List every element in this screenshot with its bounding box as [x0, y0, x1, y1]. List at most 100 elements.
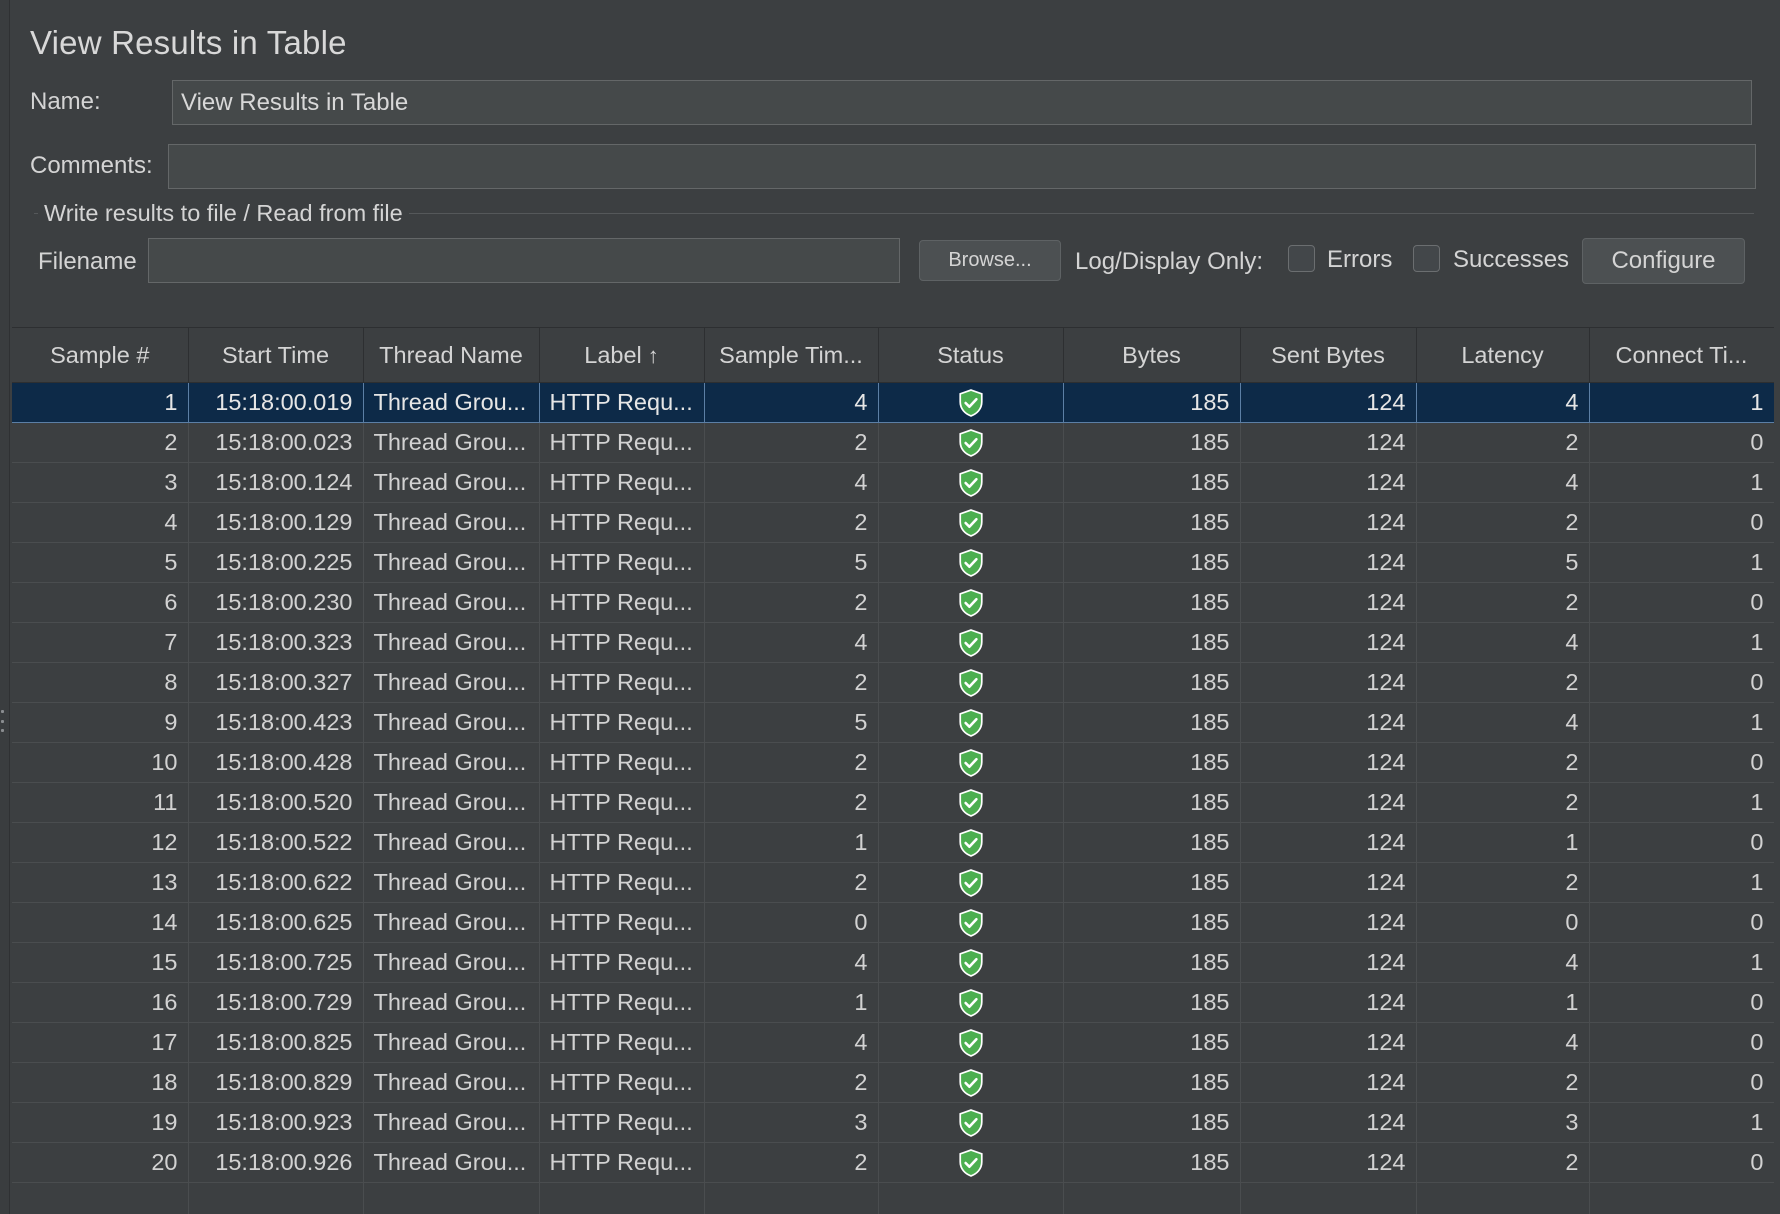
success-shield-icon	[958, 869, 984, 897]
bytes-cell: 185	[1063, 742, 1241, 783]
comments-field[interactable]	[168, 144, 1756, 189]
column-header-status[interactable]: Status	[878, 327, 1064, 383]
sent-bytes-cell: 124	[1240, 1142, 1417, 1183]
column-header-label-text: Label	[584, 341, 642, 368]
column-header-sent-bytes[interactable]: Sent Bytes	[1240, 327, 1417, 383]
sample-time-cell: 5	[704, 542, 879, 583]
table-body: 1 15:18:00.019 Thread Grou... HTTP Requ... 4…	[12, 382, 1774, 1214]
connect-time-cell: 1	[1589, 702, 1774, 743]
bytes-cell: 185	[1063, 382, 1241, 423]
table-header: Sample # Start Time Thread Name Label ↑ S…	[12, 327, 1774, 383]
sample-number-cell: 6	[12, 582, 189, 623]
sample-number-cell: 10	[12, 742, 189, 783]
filename-field[interactable]	[148, 238, 900, 283]
view-results-in-table-panel: View Results in Table Name: View Results…	[0, 0, 1780, 1214]
sent-bytes-cell: 124	[1240, 862, 1417, 903]
table-row[interactable]: 6 15:18:00.230 Thread Grou... HTTP Requ... 2…	[12, 582, 1774, 623]
successes-label[interactable]: Successes	[1453, 246, 1569, 274]
connect-time-cell: 0	[1589, 502, 1774, 543]
sent-bytes-cell: 124	[1240, 702, 1417, 743]
status-cell	[878, 942, 1064, 983]
label-cell: HTTP Requ...	[539, 462, 705, 503]
latency-cell: 4	[1416, 942, 1590, 983]
table-row[interactable]: 5 15:18:00.225 Thread Grou... HTTP Requ... 5…	[12, 542, 1774, 583]
bytes-cell: 185	[1063, 542, 1241, 583]
connect-time-cell: 1	[1589, 942, 1774, 983]
sample-number-cell: 16	[12, 982, 189, 1023]
table-row[interactable]: 14 15:18:00.625 Thread Grou... HTTP Requ...…	[12, 902, 1774, 943]
table-row[interactable]: 9 15:18:00.423 Thread Grou... HTTP Requ... 5…	[12, 702, 1774, 743]
thread-name-cell: Thread Grou...	[363, 1062, 540, 1103]
empty-cell	[12, 1182, 189, 1214]
success-shield-icon	[958, 709, 984, 737]
bytes-cell: 185	[1063, 1142, 1241, 1183]
results-table: Sample # Start Time Thread Name Label ↑ S…	[12, 327, 1774, 1214]
table-row[interactable]: 13 15:18:00.622 Thread Grou... HTTP Requ...…	[12, 862, 1774, 903]
name-field[interactable]: View Results in Table	[172, 80, 1752, 125]
table-row[interactable]: 15 15:18:00.725 Thread Grou... HTTP Requ...…	[12, 942, 1774, 983]
table-row[interactable]: 3 15:18:00.124 Thread Grou... HTTP Requ... 4…	[12, 462, 1774, 503]
splitter-grip-icon[interactable]	[1, 710, 5, 732]
sample-number-cell: 13	[12, 862, 189, 903]
bytes-cell: 185	[1063, 702, 1241, 743]
latency-cell: 2	[1416, 1062, 1590, 1103]
column-header-latency[interactable]: Latency	[1416, 327, 1590, 383]
left-splitter[interactable]	[0, 0, 10, 1214]
configure-button[interactable]: Configure	[1582, 238, 1745, 284]
browse-button[interactable]: Browse...	[919, 240, 1061, 281]
table-row[interactable]: 2 15:18:00.023 Thread Grou... HTTP Requ... 2…	[12, 422, 1774, 463]
table-row[interactable]: 19 15:18:00.923 Thread Grou... HTTP Requ...…	[12, 1102, 1774, 1143]
label-cell: HTTP Requ...	[539, 702, 705, 743]
success-shield-icon	[958, 429, 984, 457]
column-header-connect-time[interactable]: Connect Ti...	[1589, 327, 1774, 383]
sample-number-cell: 9	[12, 702, 189, 743]
sample-number-cell: 8	[12, 662, 189, 703]
latency-cell: 3	[1416, 1102, 1590, 1143]
table-row[interactable]: 1 15:18:00.019 Thread Grou... HTTP Requ... 4…	[12, 382, 1774, 423]
errors-label[interactable]: Errors	[1327, 246, 1392, 274]
table-row[interactable]: 12 15:18:00.522 Thread Grou... HTTP Requ...…	[12, 822, 1774, 863]
sample-number-cell: 5	[12, 542, 189, 583]
sample-time-cell: 4	[704, 622, 879, 663]
table-row[interactable]: 7 15:18:00.323 Thread Grou... HTTP Requ... 4…	[12, 622, 1774, 663]
sample-number-cell: 1	[12, 382, 189, 423]
table-row[interactable]: 20 15:18:00.926 Thread Grou... HTTP Requ...…	[12, 1142, 1774, 1183]
start-time-cell: 15:18:00.522	[188, 822, 364, 863]
table-row[interactable]: 17 15:18:00.825 Thread Grou... HTTP Requ...…	[12, 1022, 1774, 1063]
status-cell	[878, 862, 1064, 903]
table-row[interactable]: 18 15:18:00.829 Thread Grou... HTTP Requ...…	[12, 1062, 1774, 1103]
column-header-sample-number[interactable]: Sample #	[12, 327, 189, 383]
label-cell: HTTP Requ...	[539, 582, 705, 623]
table-row[interactable]: 11 15:18:00.520 Thread Grou... HTTP Requ...…	[12, 782, 1774, 823]
latency-cell: 2	[1416, 582, 1590, 623]
sent-bytes-cell: 124	[1240, 582, 1417, 623]
label-cell: HTTP Requ...	[539, 902, 705, 943]
errors-checkbox[interactable]	[1288, 245, 1315, 272]
start-time-cell: 15:18:00.230	[188, 582, 364, 623]
thread-name-cell: Thread Grou...	[363, 982, 540, 1023]
column-header-start-time[interactable]: Start Time	[188, 327, 364, 383]
sample-number-cell: 11	[12, 782, 189, 823]
status-cell	[878, 622, 1064, 663]
connect-time-cell: 1	[1589, 462, 1774, 503]
table-row[interactable]: 4 15:18:00.129 Thread Grou... HTTP Requ... 2…	[12, 502, 1774, 543]
table-row[interactable]: 16 15:18:00.729 Thread Grou... HTTP Requ...…	[12, 982, 1774, 1023]
start-time-cell: 15:18:00.023	[188, 422, 364, 463]
bytes-cell: 185	[1063, 622, 1241, 663]
sent-bytes-cell: 124	[1240, 782, 1417, 823]
connect-time-cell: 0	[1589, 902, 1774, 943]
connect-time-cell: 0	[1589, 1062, 1774, 1103]
table-row[interactable]: 10 15:18:00.428 Thread Grou... HTTP Requ...…	[12, 742, 1774, 783]
thread-name-cell: Thread Grou...	[363, 542, 540, 583]
column-header-bytes[interactable]: Bytes	[1063, 327, 1241, 383]
column-header-label[interactable]: Label ↑	[539, 327, 705, 383]
name-label: Name:	[30, 88, 101, 115]
column-header-thread-name[interactable]: Thread Name	[363, 327, 540, 383]
column-header-sample-time[interactable]: Sample Tim...	[704, 327, 879, 383]
successes-checkbox[interactable]	[1413, 245, 1440, 272]
success-shield-icon	[958, 829, 984, 857]
sample-time-cell: 4	[704, 382, 879, 423]
latency-cell: 1	[1416, 822, 1590, 863]
thread-name-cell: Thread Grou...	[363, 462, 540, 503]
table-row[interactable]: 8 15:18:00.327 Thread Grou... HTTP Requ... 2…	[12, 662, 1774, 703]
